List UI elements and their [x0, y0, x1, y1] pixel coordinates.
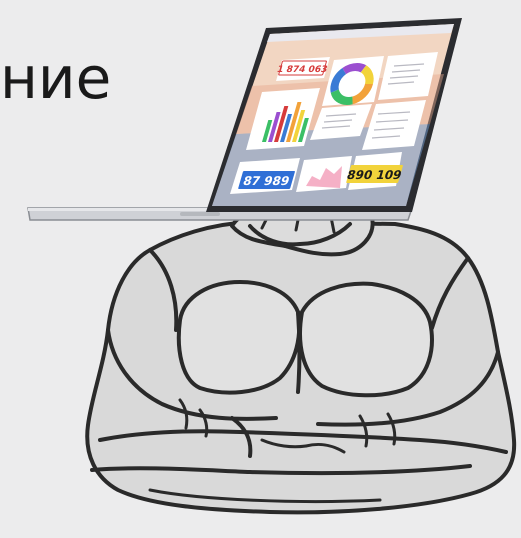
illustration: 1 874 063 87 989 890 109 — [27, 18, 517, 515]
muscular-torso-illustration — [85, 204, 517, 515]
metric-top-label: 1 874 063 — [276, 64, 329, 75]
promo-scene: ние 1 874 063 87 989 890 109 — [0, 0, 521, 538]
metric-right: 890 109 — [345, 165, 403, 183]
metric-left-label: 87 989 — [241, 174, 291, 188]
metric-left: 87 989 — [238, 171, 295, 189]
laptop-illustration: 1 874 063 87 989 890 109 — [27, 18, 462, 221]
metric-right-label: 890 109 — [345, 168, 403, 182]
metric-top: 1 874 063 — [276, 60, 329, 76]
